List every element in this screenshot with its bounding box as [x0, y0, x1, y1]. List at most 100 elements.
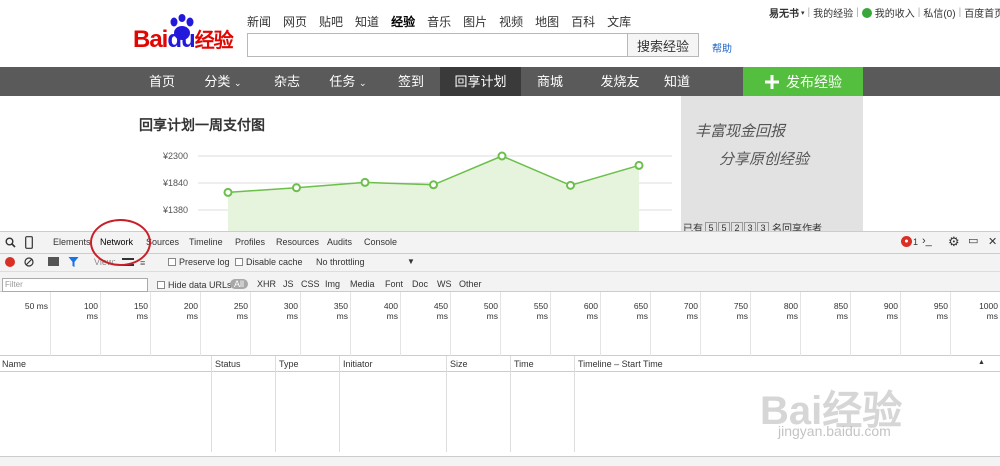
timeline-gridline	[900, 292, 901, 356]
timeline-tick-label: 50 ms	[24, 301, 48, 311]
publish-button[interactable]: 发布经验	[743, 67, 863, 96]
type-filter-img[interactable]: Img	[325, 279, 340, 289]
clear-icon[interactable]	[24, 257, 34, 267]
type-filter-font[interactable]: Font	[385, 279, 403, 289]
nav-link[interactable]: 文库	[607, 13, 631, 30]
tab-audits[interactable]: Audits	[327, 237, 352, 247]
my-income-link[interactable]: 我的收入	[875, 5, 915, 20]
nav-checkin[interactable]: 签到	[386, 67, 436, 96]
preserve-log-checkbox[interactable]: Preserve log	[168, 257, 230, 267]
screenshot-icon[interactable]	[48, 257, 59, 266]
coin-icon	[861, 7, 872, 18]
type-filter-ws[interactable]: WS	[437, 279, 452, 289]
timeline-gridline	[400, 292, 401, 356]
tab-elements[interactable]: Elements	[53, 237, 91, 247]
nav-link[interactable]: 网页	[283, 13, 307, 30]
record-icon[interactable]	[5, 257, 15, 267]
type-filter-all[interactable]: All	[230, 279, 249, 289]
nav-magazine[interactable]: 杂志	[262, 67, 312, 96]
timeline-tick-label: 350 ms	[333, 301, 348, 321]
chevron-down-icon[interactable]: ▾	[801, 9, 805, 17]
my-jingyan-link[interactable]: 我的经验	[813, 5, 853, 20]
filter-icon[interactable]	[68, 256, 79, 268]
type-filter-media[interactable]: Media	[350, 279, 375, 289]
disable-cache-checkbox[interactable]: Disable cache	[235, 257, 303, 267]
nav-task[interactable]: 任务 ⌄	[320, 67, 376, 96]
divider: |	[958, 7, 962, 18]
timeline-tick-label: 100 ms	[83, 301, 98, 321]
nav-link[interactable]: 图片	[463, 13, 487, 30]
timeline-tick-label: 150 ms	[133, 301, 148, 321]
sort-up-icon[interactable]: ▲	[978, 359, 985, 366]
column-time[interactable]: Time	[514, 359, 534, 369]
user-name[interactable]: 易无书	[769, 5, 799, 20]
error-count[interactable]: 1	[913, 237, 918, 247]
type-filter-doc[interactable]: Doc	[412, 279, 428, 289]
type-filter-js[interactable]: JS	[283, 279, 294, 289]
chart-data-point[interactable]	[292, 183, 301, 193]
chart-data-point[interactable]	[360, 177, 370, 187]
nav-link[interactable]: 音乐	[427, 13, 451, 30]
throttling-select[interactable]: No throttling ▼	[316, 257, 416, 267]
search-icon[interactable]	[5, 237, 16, 248]
timeline-gridline	[500, 292, 501, 356]
filter-input[interactable]: Filter	[2, 278, 148, 292]
nav-category-label: 分类	[204, 74, 231, 89]
messages-link[interactable]: 私信(0)	[923, 5, 955, 20]
chart-data-point[interactable]	[223, 187, 233, 197]
column-timeline[interactable]: Timeline – Start Time	[578, 359, 663, 369]
search-input[interactable]	[247, 33, 628, 57]
type-filter-other[interactable]: Other	[459, 279, 482, 289]
nav-mall[interactable]: 商城	[525, 67, 575, 96]
console-drawer-icon[interactable]: ›_	[922, 235, 932, 247]
chart-data-point[interactable]	[497, 151, 507, 161]
type-filter-xhr[interactable]: XHR	[257, 279, 276, 289]
nav-huixiang[interactable]: 回享计划	[440, 67, 521, 96]
timeline-tick-label: 600 ms	[583, 301, 598, 321]
nav-link[interactable]: 新闻	[247, 13, 271, 30]
nav-link[interactable]: 经验	[391, 13, 415, 30]
nav-link[interactable]: 知道	[355, 13, 379, 30]
baidu-home-link[interactable]: 百度首页	[964, 5, 1000, 20]
column-name[interactable]: Name	[2, 359, 26, 369]
column-divider	[275, 356, 276, 452]
tab-profiles[interactable]: Profiles	[235, 237, 265, 247]
nav-category[interactable]: 分类 ⌄	[195, 67, 251, 96]
logo-bai: Bai	[133, 26, 168, 53]
column-status[interactable]: Status	[215, 359, 241, 369]
hide-data-urls-checkbox[interactable]: Hide data URLs	[157, 280, 232, 290]
tab-timeline[interactable]: Timeline	[189, 237, 223, 247]
gear-icon[interactable]: ⚙	[948, 234, 960, 250]
column-type[interactable]: Type	[279, 359, 299, 369]
column-divider	[211, 356, 212, 452]
timeline-gridline	[700, 292, 701, 356]
network-overview[interactable]: 50 ms 100 ms 150 ms 200 ms 250 ms 300 ms 350 m…	[0, 292, 1000, 356]
network-toolbar: View: ≡ Preserve log Disable cache No th…	[0, 254, 1000, 272]
chart-data-point[interactable]	[566, 180, 575, 190]
baidu-logo[interactable]: Baidu经验	[133, 24, 234, 54]
promo-banner[interactable]: 丰富现金回报 分享原创经验 已有 5 5 2 3 3 名回享作者	[681, 96, 863, 232]
close-icon[interactable]: ✕	[988, 235, 997, 248]
help-link[interactable]: 帮助	[712, 40, 732, 55]
chart-data-point[interactable]	[634, 160, 644, 170]
error-icon[interactable]: ●	[901, 236, 912, 247]
column-initiator[interactable]: Initiator	[343, 359, 373, 369]
tab-resources[interactable]: Resources	[276, 237, 319, 247]
network-grid-header: Name Status Type Initiator Size Time Tim…	[0, 356, 1000, 372]
nav-link[interactable]: 贴吧	[319, 13, 343, 30]
column-size[interactable]: Size	[450, 359, 468, 369]
nav-link[interactable]: 视频	[499, 13, 523, 30]
nav-zhidao[interactable]: 知道	[652, 67, 702, 96]
banner-line-1: 丰富现金回报	[695, 122, 786, 140]
nav-link[interactable]: 地图	[535, 13, 559, 30]
timeline-gridline	[100, 292, 101, 356]
chart-data-point[interactable]	[429, 180, 438, 190]
nav-link[interactable]: 百科	[571, 13, 595, 30]
nav-fans[interactable]: 发烧友	[590, 67, 650, 96]
device-mode-icon[interactable]	[25, 236, 33, 249]
dock-icon[interactable]: ▭	[968, 234, 978, 247]
search-button[interactable]: 搜索经验	[628, 33, 699, 57]
nav-home[interactable]: 首页	[137, 67, 187, 96]
type-filter-css[interactable]: CSS	[301, 279, 320, 289]
tab-console[interactable]: Console	[364, 237, 397, 247]
